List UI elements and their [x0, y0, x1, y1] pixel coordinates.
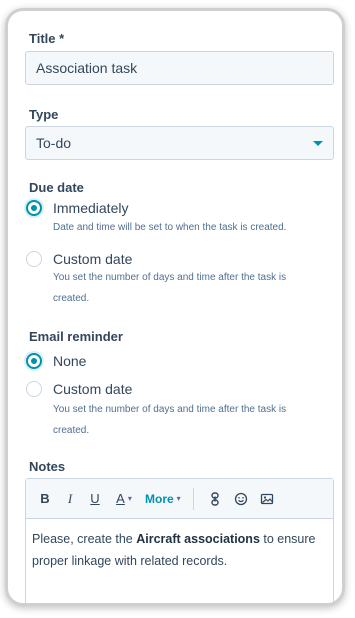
notes-text-bold: Aircraft associations: [136, 532, 260, 546]
caret-down-icon: [313, 141, 323, 146]
email-reminder-custom-help: You set the number of days and time afte…: [53, 404, 287, 436]
notes-editor-content[interactable]: Please, create the Aircraft associations…: [26, 519, 333, 581]
radio-unchecked-icon[interactable]: [26, 381, 42, 397]
email-reminder-option-label: None: [53, 353, 87, 369]
email-reminder-option-label: Custom date: [53, 381, 133, 397]
title-input-value: Association task: [36, 60, 138, 76]
type-select[interactable]: To-do: [25, 126, 334, 160]
radio-checked-icon[interactable]: [26, 353, 42, 369]
due-date-option-custom[interactable]: Custom date: [26, 251, 132, 267]
title-input[interactable]: Association task: [25, 51, 334, 85]
due-date-option-label: Custom date: [53, 251, 133, 267]
toolbar-divider: [192, 487, 194, 510]
bold-button[interactable]: B: [38, 491, 52, 506]
radio-unchecked-icon[interactable]: [26, 251, 42, 267]
due-date-option-immediately[interactable]: Immediately: [26, 200, 128, 216]
radio-checked-icon[interactable]: [26, 200, 42, 216]
notes-editor[interactable]: B I U A ▾ More ▾ Please, create the Airc…: [25, 478, 334, 603]
editor-toolbar: B I U A ▾ More ▾: [26, 479, 333, 519]
emoji-icon[interactable]: [234, 492, 248, 506]
due-date-custom-help: You set the number of days and time afte…: [53, 272, 287, 304]
email-reminder-option-none[interactable]: None: [26, 353, 86, 369]
link-icon[interactable]: [208, 491, 222, 506]
text-color-button[interactable]: A ▾: [113, 491, 135, 506]
title-label: Title *: [29, 31, 65, 46]
due-date-immediately-help: Date and time will be set to when the ta…: [53, 222, 287, 233]
more-label: More: [145, 491, 174, 506]
caret-down-icon: ▾: [176, 494, 181, 503]
email-reminder-label: Email reminder: [29, 329, 123, 344]
type-label: Type: [29, 107, 59, 122]
more-button[interactable]: More ▾: [145, 492, 181, 506]
notes-text-before: Please, create the: [32, 532, 137, 546]
italic-button[interactable]: I: [63, 491, 77, 507]
notes-label: Notes: [29, 459, 66, 474]
underline-button[interactable]: U: [88, 491, 102, 506]
due-date-option-label: Immediately: [53, 200, 129, 216]
caret-down-icon: ▾: [127, 494, 132, 503]
task-form-panel: Title * Association task Type To-do Due …: [5, 8, 345, 606]
email-reminder-option-custom[interactable]: Custom date: [26, 381, 132, 397]
image-icon[interactable]: [260, 492, 274, 506]
text-color-letter: A: [116, 491, 125, 506]
type-select-value: To-do: [36, 135, 72, 151]
due-date-label: Due date: [29, 180, 84, 195]
